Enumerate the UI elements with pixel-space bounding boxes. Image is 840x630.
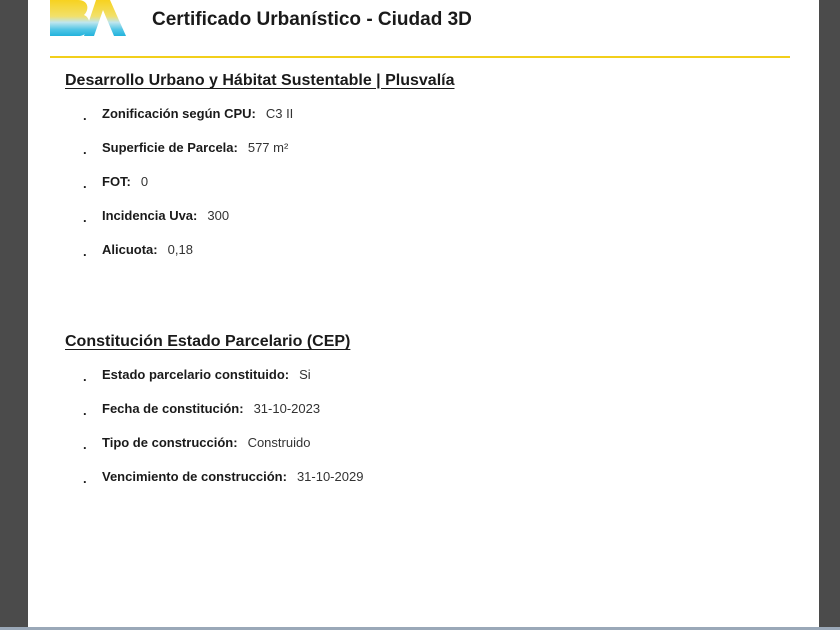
bullet-dot: .	[83, 437, 87, 452]
field-value: 0,18	[167, 242, 193, 257]
field-label: Fecha de constitución:	[102, 401, 244, 416]
field-value: 31-10-2029	[296, 469, 364, 484]
field-value: Si	[299, 367, 311, 382]
header-divider	[50, 56, 790, 58]
ba-logo	[50, 0, 126, 36]
bullet-dot: .	[83, 210, 87, 225]
bullet-dot: .	[83, 244, 87, 259]
field-value: 300	[207, 208, 230, 223]
document-title: Certificado Urbanístico - Ciudad 3D	[152, 9, 472, 30]
bullet-dot: .	[83, 108, 87, 123]
field-value: Construido	[247, 435, 311, 450]
field-label: Superficie de Parcela:	[102, 140, 238, 155]
field-value: 577 m²	[247, 140, 289, 155]
field-label: Alicuota:	[102, 242, 158, 257]
bullet-dot: .	[83, 403, 87, 418]
field-value: 31-10-2023	[253, 401, 321, 416]
field-label: Tipo de construcción:	[102, 435, 238, 450]
field-label: Estado parcelario constituido:	[102, 367, 290, 382]
field-label: FOT:	[102, 174, 131, 189]
field-label: Vencimiento de construcción:	[102, 469, 287, 484]
certificate-page: Certificado Urbanístico - Ciudad 3D Desa…	[28, 0, 819, 627]
section-title-desarrollo-urbano: Desarrollo Urbano y Hábitat Sustentable …	[65, 72, 455, 89]
field-value: C3 II	[265, 106, 294, 121]
bullet-dot: .	[83, 369, 87, 384]
bullet-dot: .	[83, 471, 87, 486]
bullet-dot: .	[83, 176, 87, 191]
field-label: Zonificación según CPU:	[102, 106, 256, 121]
field-value: 0	[140, 174, 149, 189]
field-label: Incidencia Uva:	[102, 208, 198, 223]
section-title-cep: Constitución Estado Parcelario (CEP)	[65, 333, 351, 350]
bullet-dot: .	[83, 142, 87, 157]
